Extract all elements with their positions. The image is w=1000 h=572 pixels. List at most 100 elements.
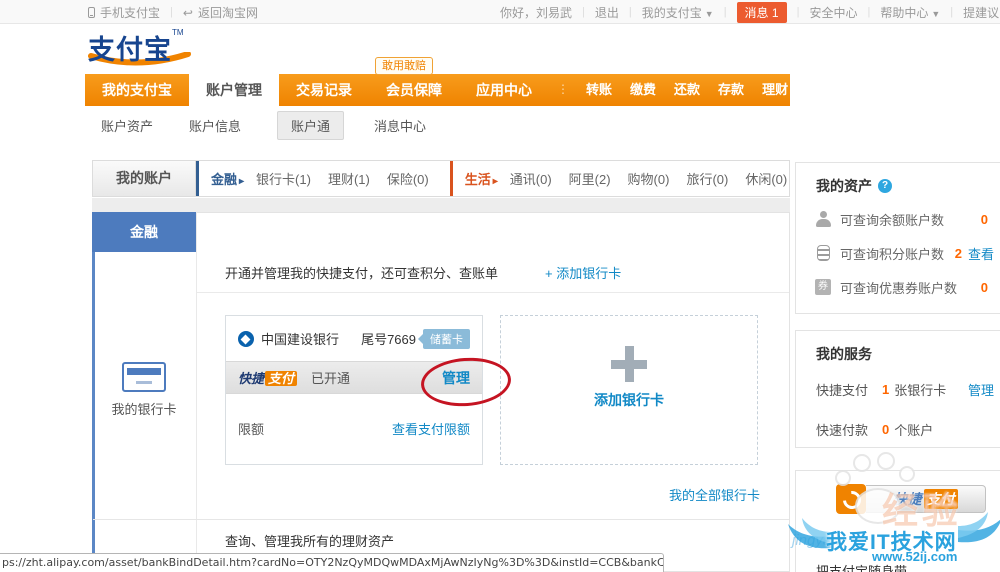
tab-member-protection[interactable]: 会员保障 bbox=[369, 74, 459, 106]
trademark: TM bbox=[172, 28, 184, 37]
finance-bank-cards[interactable]: 银行卡(1) bbox=[256, 169, 311, 188]
nav-link-deposit[interactable]: 存款 bbox=[718, 74, 744, 106]
help-icon[interactable] bbox=[878, 179, 892, 193]
bank-card-item: 中国建设银行 尾号7669 储蓄卡 快捷 支付 已开通 管理 限额 查看支付限额 bbox=[225, 315, 483, 465]
manage-link[interactable]: 管理 bbox=[442, 368, 470, 388]
card-type-badge: 储蓄卡 bbox=[418, 328, 470, 349]
life-accent-bar bbox=[449, 161, 453, 196]
subnav: 账户资产 账户信息 账户通 消息中心 bbox=[85, 106, 446, 144]
life-ali[interactable]: 阿里(2) bbox=[569, 169, 611, 188]
divider: | bbox=[950, 6, 954, 18]
life-shopping[interactable]: 购物(0) bbox=[628, 169, 670, 188]
divider: | bbox=[628, 6, 632, 18]
nav-link-bills[interactable]: 缴费 bbox=[630, 74, 656, 106]
topbar: 手机支付宝 | ↩ 返回淘宝网 你好，刘易武 | 退出 | 我的支付宝 ▼ | 消息… bbox=[0, 0, 1000, 24]
quickpay-logo: 快捷 支付 bbox=[238, 368, 298, 387]
logout-link[interactable]: 退出 bbox=[595, 4, 619, 21]
fastpay-accounts-count: 0 bbox=[882, 421, 890, 437]
nav-link-transfer[interactable]: 转账 bbox=[586, 74, 612, 106]
finance-insurance[interactable]: 保险(0) bbox=[387, 169, 429, 188]
my-bank-cards-label: 我的银行卡 bbox=[111, 402, 177, 417]
wing-icon bbox=[788, 518, 832, 549]
asset-row-coupons: 券 可查询优惠券账户数 0 bbox=[814, 276, 994, 298]
alipay-logo[interactable]: 支付宝TM bbox=[88, 28, 208, 70]
phone-icon bbox=[88, 6, 95, 18]
status-bar-url: ps://zht.alipay.com/asset/bankBindDetail… bbox=[0, 553, 664, 572]
nav-link-wealth[interactable]: 理财 bbox=[762, 74, 788, 106]
my-assets-title: 我的资产 bbox=[816, 176, 1000, 196]
divider bbox=[93, 519, 789, 520]
manage-quickpay-link[interactable]: 管理 bbox=[968, 380, 994, 399]
life-telecom[interactable]: 通讯(0) bbox=[510, 169, 552, 188]
quickpay-status-row: 快捷 支付 已开通 管理 bbox=[226, 361, 482, 394]
view-points-link[interactable]: 查看 bbox=[968, 244, 994, 263]
add-bank-card-link[interactable]: + 添加银行卡 bbox=[545, 263, 621, 282]
tab-account-management[interactable]: 账户管理 bbox=[189, 74, 279, 106]
messages-badge[interactable]: 消息 1 bbox=[736, 1, 787, 23]
life-travel[interactable]: 旅行(0) bbox=[686, 169, 728, 188]
caret-down-icon: ▼ bbox=[704, 8, 714, 19]
divider: | bbox=[723, 6, 727, 18]
caret-down-icon: ▼ bbox=[931, 8, 941, 19]
subnav-account-assets[interactable]: 账户资产 bbox=[101, 116, 153, 135]
bank-card-icon bbox=[122, 362, 166, 392]
points-accounts-count: 2 bbox=[954, 245, 962, 261]
tab-my-alipay[interactable]: 我的支付宝 bbox=[85, 74, 189, 106]
my-assets-box: 我的资产 可查询余额账户数 0 可查询积分账户数 2 查看 券 可查询优惠券账户… bbox=[795, 162, 1000, 314]
back-to-taobao-link[interactable]: ↩ 返回淘宝网 bbox=[183, 4, 258, 21]
subnav-account-tong[interactable]: 账户通 bbox=[277, 110, 345, 140]
my-accounts-label: 我的账户 bbox=[92, 160, 196, 197]
asset-row-points: 可查询积分账户数 2 查看 bbox=[814, 242, 994, 264]
add-bank-card-box[interactable]: 添加银行卡 bbox=[500, 315, 758, 465]
life-category[interactable]: 生活 bbox=[465, 169, 498, 188]
my-services-title: 我的服务 bbox=[816, 346, 872, 362]
points-icon bbox=[814, 245, 832, 261]
ccb-bank-logo-icon bbox=[238, 330, 254, 347]
account-categories-bar: 金融 银行卡(1) 理财(1) 保险(0) 生活 通讯(0) 阿里(2) 购物(… bbox=[196, 160, 790, 197]
panel-accent-line bbox=[92, 212, 95, 572]
page: 手机支付宝 | ↩ 返回淘宝网 你好，刘易武 | 退出 | 我的支付宝 ▼ | 消息… bbox=[0, 0, 1000, 572]
suggest-link[interactable]: 提建议 bbox=[963, 4, 999, 21]
life-leisure[interactable]: 休闲(0) bbox=[745, 169, 787, 188]
divider: | bbox=[867, 6, 871, 18]
tab-app-center[interactable]: 应用中心 bbox=[459, 74, 549, 106]
main-nav: 我的支付宝 账户管理 交易记录 会员保障 应用中心 转账 缴费 还款 存款 理财… bbox=[85, 57, 790, 106]
wing-icon bbox=[958, 512, 1000, 543]
divider: | bbox=[582, 6, 585, 18]
panel-header-text: 开通并管理我的快捷支付，还可查积分、查账单 bbox=[225, 266, 499, 281]
asset-row-balance: 可查询余额账户数 0 bbox=[814, 208, 994, 230]
rail-divider bbox=[196, 212, 197, 572]
finance-category[interactable]: 金融 bbox=[211, 169, 244, 188]
subnav-message-center[interactable]: 消息中心 bbox=[374, 116, 426, 135]
return-arrow-icon: ↩ bbox=[182, 5, 193, 20]
quickpay-status: 已开通 bbox=[311, 371, 351, 386]
finance-side-tab[interactable]: 金融 bbox=[92, 212, 196, 252]
nav-link-repay[interactable]: 还款 bbox=[674, 74, 700, 106]
divider: | bbox=[170, 6, 173, 18]
all-bank-cards-link[interactable]: 我的全部银行卡 bbox=[600, 485, 760, 504]
add-bank-card-label: 添加银行卡 bbox=[594, 392, 664, 408]
service-row-fastpay: 快速付款 0 个账户 bbox=[816, 421, 934, 438]
tab-transactions[interactable]: 交易记录 bbox=[279, 74, 369, 106]
mobile-alipay-link[interactable]: 手机支付宝 bbox=[88, 4, 160, 21]
topbar-right: 你好，刘易武 | 退出 | 我的支付宝 ▼ | 消息 1 | 安全中心 | 帮助中… bbox=[500, 0, 999, 24]
finance-wealth[interactable]: 理财(1) bbox=[328, 169, 370, 188]
greeting-text: 你好，刘易武 bbox=[500, 5, 573, 20]
nav-separator bbox=[557, 74, 569, 106]
topbar-left: 手机支付宝 | ↩ 返回淘宝网 bbox=[88, 0, 258, 24]
view-payment-limit-link[interactable]: 查看支付限额 bbox=[392, 419, 470, 438]
quickpay-cards-count: 1 bbox=[882, 381, 890, 397]
logo-text: 支付宝 bbox=[88, 35, 172, 65]
help-center-menu[interactable]: 帮助中心 ▼ bbox=[880, 4, 940, 21]
balance-accounts-count: 0 bbox=[980, 211, 988, 227]
message-count: 1 bbox=[771, 5, 779, 20]
divider bbox=[197, 292, 789, 293]
wealth-section-text: 查询、管理我所有的理财资产 bbox=[225, 534, 395, 549]
security-center-link[interactable]: 安全中心 bbox=[809, 4, 857, 21]
my-services-box: 我的服务 快捷支付 1 张银行卡 管理 快速付款 0 个账户 bbox=[795, 330, 1000, 448]
my-alipay-menu[interactable]: 我的支付宝 ▼ bbox=[642, 4, 714, 21]
bank-name: 中国建设银行 bbox=[261, 332, 340, 347]
subnav-account-info[interactable]: 账户信息 bbox=[189, 116, 241, 135]
limit-row: 限额 查看支付限额 bbox=[226, 394, 482, 462]
divider: | bbox=[796, 6, 800, 18]
